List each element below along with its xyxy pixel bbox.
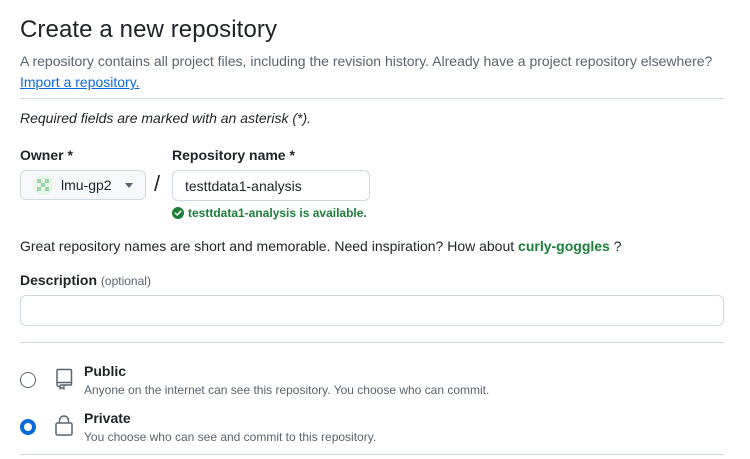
create-repository-page: Create a new repository A repository con…	[0, 0, 750, 459]
section-divider	[20, 454, 724, 455]
import-repository-link[interactable]: Import a repository.	[20, 74, 140, 90]
public-radio[interactable]	[20, 372, 36, 388]
public-title: Public	[84, 363, 127, 379]
private-title: Private	[84, 410, 131, 426]
description-label: Description (optional)	[20, 272, 151, 288]
page-title: Create a new repository	[20, 16, 278, 43]
owner-avatar	[33, 175, 53, 195]
availability-text: testtdata1-analysis is available.	[188, 206, 367, 220]
page-subtitle: A repository contains all project files,…	[20, 51, 720, 93]
section-divider	[20, 342, 724, 343]
description-input[interactable]	[20, 295, 724, 326]
repository-name-label: Repository name *	[172, 147, 295, 163]
optional-hint: (optional)	[100, 274, 151, 288]
owner-select-button[interactable]: lmu-gp2	[20, 170, 146, 200]
availability-message: testtdata1-analysis is available.	[172, 206, 367, 222]
section-divider	[20, 98, 724, 99]
owner-label: Owner *	[20, 147, 73, 163]
private-description: You choose who can see and commit to thi…	[84, 430, 377, 444]
private-radio[interactable]	[20, 419, 36, 435]
description-label-text: Description	[20, 272, 98, 288]
public-description: Anyone on the internet can see this repo…	[84, 383, 490, 397]
inspiration-text: Great repository names are short and mem…	[20, 238, 515, 254]
check-circle-icon	[172, 206, 184, 219]
repo-book-icon	[56, 368, 73, 390]
chevron-down-icon	[125, 183, 133, 188]
owner-name: lmu-gp2	[61, 177, 112, 193]
required-fields-note: Required fields are marked with an aster…	[20, 110, 312, 126]
name-inspiration: Great repository names are short and mem…	[20, 238, 622, 254]
inspiration-trailer: ?	[613, 238, 622, 254]
subtitle-text: A repository contains all project files,…	[20, 53, 713, 69]
lock-icon	[55, 415, 73, 436]
owner-repo-separator: /	[154, 171, 161, 196]
suggested-name-link[interactable]: curly-goggles	[518, 238, 610, 254]
repository-name-input[interactable]	[172, 170, 370, 201]
